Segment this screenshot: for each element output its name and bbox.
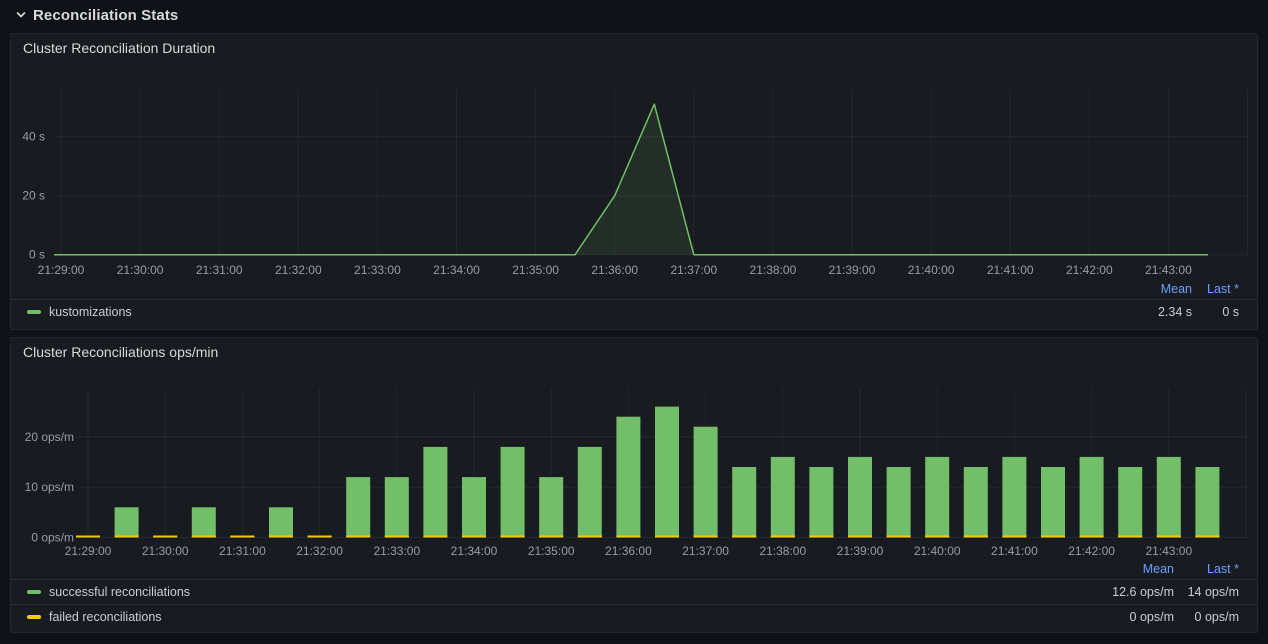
- svg-text:21:34:00: 21:34:00: [451, 544, 498, 558]
- svg-text:21:32:00: 21:32:00: [275, 263, 322, 277]
- svg-text:21:30:00: 21:30:00: [142, 544, 189, 558]
- svg-text:21:29:00: 21:29:00: [38, 263, 85, 277]
- series-color-marker[interactable]: [27, 310, 41, 314]
- svg-text:21:43:00: 21:43:00: [1145, 263, 1192, 277]
- svg-text:21:42:00: 21:42:00: [1068, 544, 1115, 558]
- svg-text:21:36:00: 21:36:00: [605, 544, 652, 558]
- svg-text:21:41:00: 21:41:00: [987, 263, 1034, 277]
- svg-text:0 ops/m: 0 ops/m: [31, 531, 74, 545]
- panel-title[interactable]: Cluster Reconciliation Duration: [23, 40, 215, 56]
- section-title[interactable]: Reconciliation Stats: [33, 7, 178, 24]
- mean-value: 12.6 ops/m: [1112, 585, 1174, 599]
- legend-row: successful reconciliations 12.6 ops/m 14 o…: [11, 579, 1257, 604]
- mean-value: 2.34 s: [1158, 305, 1192, 319]
- svg-text:21:38:00: 21:38:00: [750, 263, 797, 277]
- svg-text:21:39:00: 21:39:00: [837, 544, 884, 558]
- legend: Mean Last * kustomizations 2.34 s 0 s: [11, 280, 1257, 324]
- svg-text:21:39:00: 21:39:00: [829, 263, 876, 277]
- legend: Mean Last * successful reconciliations 12.6…: [11, 560, 1257, 629]
- svg-text:21:40:00: 21:40:00: [908, 263, 955, 277]
- svg-text:40 s: 40 s: [22, 130, 45, 144]
- series-color-marker[interactable]: [27, 615, 41, 619]
- last-value: 0 s: [1222, 305, 1239, 319]
- series-label[interactable]: successful reconciliations: [49, 585, 190, 599]
- svg-text:10 ops/m: 10 ops/m: [25, 480, 74, 494]
- svg-text:21:29:00: 21:29:00: [65, 544, 112, 558]
- svg-text:21:31:00: 21:31:00: [196, 263, 243, 277]
- panel-cluster-reconciliation-duration: Cluster Reconciliation Duration 0 s 20 s 4…: [10, 33, 1258, 330]
- row-reconciliation-stats[interactable]: Reconciliation Stats: [14, 3, 178, 27]
- svg-text:21:30:00: 21:30:00: [117, 263, 164, 277]
- series-area-kustomizations: [54, 104, 1208, 255]
- legend-col-mean[interactable]: Mean: [1161, 282, 1192, 296]
- ops-chart[interactable]: 0 ops/m 10 ops/m 20 ops/m 21:29:00 21:30:00 2…: [11, 338, 1257, 560]
- last-value: 14 ops/m: [1188, 585, 1239, 599]
- legend-col-last[interactable]: Last *: [1207, 562, 1239, 576]
- svg-text:21:31:00: 21:31:00: [219, 544, 266, 558]
- last-value: 0 ops/m: [1195, 610, 1239, 624]
- svg-text:21:36:00: 21:36:00: [591, 263, 638, 277]
- series-label[interactable]: failed reconciliations: [49, 610, 162, 624]
- svg-text:21:38:00: 21:38:00: [759, 544, 806, 558]
- svg-text:21:41:00: 21:41:00: [991, 544, 1038, 558]
- svg-text:21:33:00: 21:33:00: [373, 544, 420, 558]
- svg-text:21:37:00: 21:37:00: [670, 263, 717, 277]
- svg-text:20 ops/m: 20 ops/m: [25, 430, 74, 444]
- series-bars-successful reconciliations: [76, 407, 1219, 538]
- svg-text:21:37:00: 21:37:00: [682, 544, 729, 558]
- svg-text:21:42:00: 21:42:00: [1066, 263, 1113, 277]
- panel-title[interactable]: Cluster Reconciliations ops/min: [23, 344, 218, 360]
- duration-chart[interactable]: 0 s 20 s 40 s 21:29:00 21:30:00 21:31:00 21:32…: [11, 34, 1257, 280]
- mean-value: 0 ops/m: [1130, 610, 1174, 624]
- series-label[interactable]: kustomizations: [49, 305, 132, 319]
- legend-row: failed reconciliations 0 ops/m 0 ops/m: [11, 604, 1257, 629]
- svg-text:21:33:00: 21:33:00: [354, 263, 401, 277]
- svg-text:21:32:00: 21:32:00: [296, 544, 343, 558]
- svg-text:0 s: 0 s: [29, 248, 45, 262]
- svg-text:21:43:00: 21:43:00: [1145, 544, 1192, 558]
- legend-row: kustomizations 2.34 s 0 s: [11, 299, 1257, 324]
- svg-text:21:35:00: 21:35:00: [528, 544, 575, 558]
- dashboard-page: Reconciliation Stats Cluster Reconciliat…: [0, 0, 1268, 644]
- svg-text:21:35:00: 21:35:00: [512, 263, 559, 277]
- panel-cluster-reconciliations-ops-min: Cluster Reconciliations ops/min 0 ops/m 1…: [10, 337, 1258, 633]
- legend-col-last[interactable]: Last *: [1207, 282, 1239, 296]
- chevron-down-icon[interactable]: [14, 8, 28, 22]
- series-color-marker[interactable]: [27, 590, 41, 594]
- svg-text:21:34:00: 21:34:00: [433, 263, 480, 277]
- svg-text:21:40:00: 21:40:00: [914, 544, 961, 558]
- legend-col-mean[interactable]: Mean: [1143, 562, 1174, 576]
- svg-text:20 s: 20 s: [22, 189, 45, 203]
